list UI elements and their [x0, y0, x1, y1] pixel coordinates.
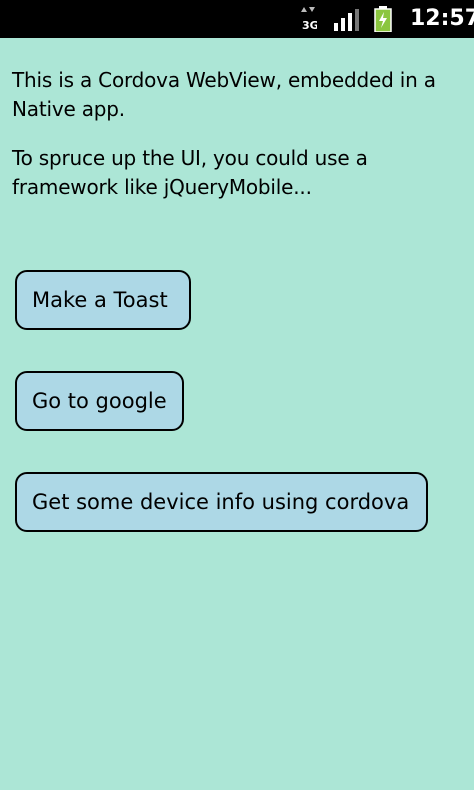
status-bar: 3G 12:57: [0, 0, 474, 38]
go-to-google-button[interactable]: Go to google: [15, 371, 184, 431]
network-label: 3G: [302, 19, 317, 31]
status-clock: 12:57: [410, 6, 474, 31]
device-info-button[interactable]: Get some device info using cordova: [15, 472, 428, 532]
signal-bars-icon: [334, 9, 359, 31]
make-toast-button[interactable]: Make a Toast: [15, 270, 191, 330]
webview-content: This is a Cordova WebView, embedded in a…: [12, 66, 468, 222]
ui-tip-paragraph: To spruce up the UI, you could use a fra…: [12, 146, 368, 199]
data-arrows-icon: 3G: [301, 7, 317, 31]
intro-paragraph: This is a Cordova WebView, embedded in a…: [12, 68, 436, 121]
battery-charging-icon: [374, 6, 392, 32]
